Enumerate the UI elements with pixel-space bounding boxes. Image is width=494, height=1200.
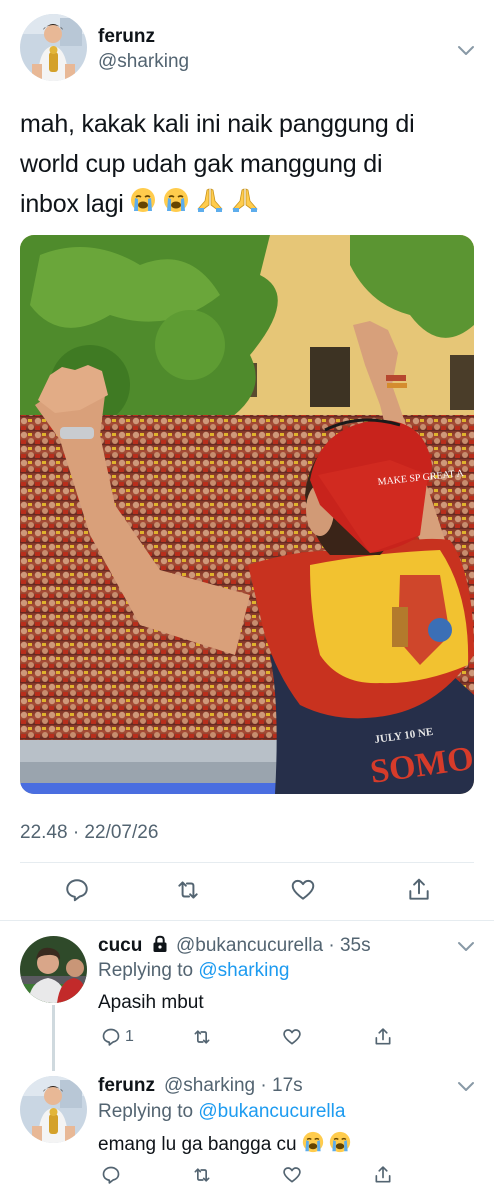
- reply-handle-text[interactable]: @sharking: [164, 1075, 255, 1096]
- reply-count: 1: [125, 1028, 134, 1045]
- retweet-icon[interactable]: [192, 1165, 212, 1185]
- reply-time[interactable]: · 17s: [260, 1075, 302, 1096]
- reply-icon[interactable]: [64, 877, 90, 903]
- replying-to: Replying to @sharking: [98, 960, 289, 982]
- divider: [20, 862, 474, 863]
- folded-hands-icon: [196, 185, 224, 225]
- replying-to-label: Replying to: [98, 960, 194, 981]
- replying-to-label: Replying to: [98, 1101, 194, 1122]
- reply-display-name-text[interactable]: cucu: [98, 935, 142, 956]
- reply-icon[interactable]: [101, 1165, 121, 1185]
- loudly-crying-face-icon: [302, 1131, 324, 1159]
- reply-display-name: cucu: [98, 935, 172, 959]
- replying-to: Replying to @bukancucurella: [98, 1101, 345, 1123]
- mention-link[interactable]: @sharking: [198, 960, 289, 981]
- loudly-crying-face-icon: [329, 1131, 351, 1159]
- tweet-timestamp[interactable]: 22.48 · 22/07/26: [20, 822, 158, 844]
- user-handle[interactable]: @sharking: [98, 51, 189, 73]
- tweet-photo[interactable]: JULY 10 NE SOMO MAKE SP GREAT A: [20, 235, 474, 794]
- lock-icon: [152, 935, 168, 959]
- folded-hands-icon: [231, 185, 259, 225]
- mention-link[interactable]: @bukancucurella: [198, 1101, 345, 1122]
- tweet-text-line: mah, kakak kali ini naik panggung di: [20, 110, 415, 138]
- reply-handle-text[interactable]: @bukancucurella: [176, 935, 323, 956]
- chevron-down-icon[interactable]: [457, 940, 475, 952]
- share-icon[interactable]: [406, 877, 432, 903]
- like-icon[interactable]: [282, 1027, 302, 1047]
- reply-avatar[interactable]: [20, 1076, 87, 1143]
- tweet-text-line: inbox lagi: [20, 184, 475, 225]
- share-icon[interactable]: [373, 1027, 393, 1047]
- retweet-icon[interactable]: [192, 1027, 212, 1047]
- retweet-icon[interactable]: [175, 877, 201, 903]
- reply-handle: @sharking · 17s: [164, 1075, 303, 1097]
- tweet-text-fragment: inbox lagi: [20, 190, 124, 218]
- reply-display-name[interactable]: ferunz: [98, 1075, 155, 1097]
- tweet-text: mah, kakak kali ini naik panggung di wor…: [20, 104, 475, 225]
- reply-avatar[interactable]: [20, 936, 87, 1003]
- tweet-text-line: world cup udah gak manggung di: [20, 150, 383, 178]
- avatar[interactable]: [20, 14, 87, 81]
- reply-text: Apasih mbut: [98, 992, 204, 1013]
- share-icon[interactable]: [373, 1165, 393, 1185]
- like-icon[interactable]: [290, 877, 316, 903]
- thread-connector: [52, 1005, 55, 1071]
- reply-icon[interactable]: [101, 1027, 121, 1047]
- reply-handle: @bukancucurella · 35s: [176, 935, 371, 957]
- like-icon[interactable]: [282, 1165, 302, 1185]
- display-name[interactable]: ferunz: [98, 26, 155, 48]
- reply-text: emang lu ga bangga cu: [98, 1131, 351, 1159]
- reply-text-content: emang lu ga bangga cu: [98, 1134, 297, 1156]
- chevron-down-icon[interactable]: [457, 44, 475, 56]
- reply-time[interactable]: · 35s: [328, 935, 370, 956]
- chevron-down-icon[interactable]: [457, 1080, 475, 1092]
- divider: [0, 920, 494, 921]
- loudly-crying-face-icon: [130, 185, 156, 225]
- loudly-crying-face-icon: [163, 185, 189, 225]
